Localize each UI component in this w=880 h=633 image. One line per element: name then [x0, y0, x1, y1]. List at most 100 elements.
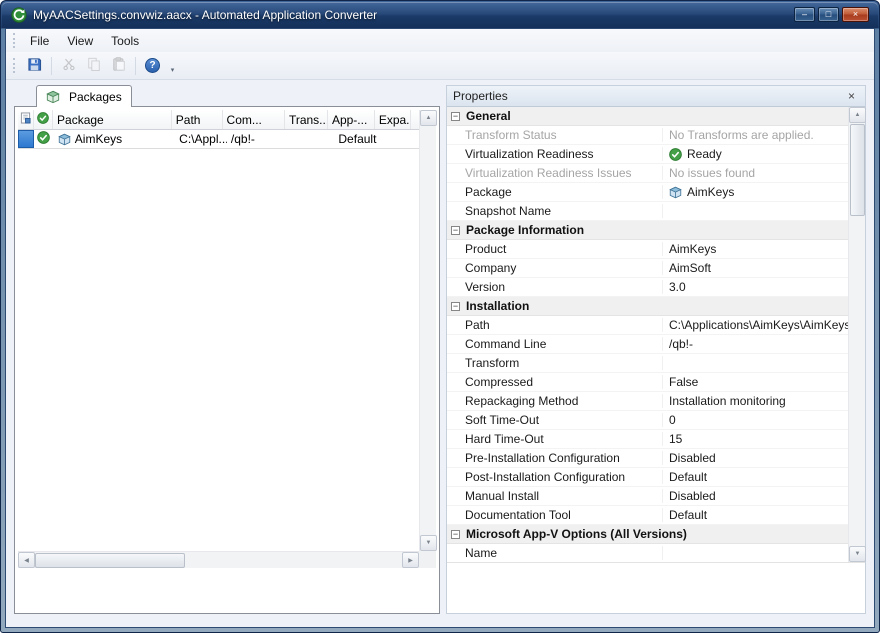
- scroll-down-button[interactable]: ▼: [849, 546, 866, 562]
- scroll-down-button[interactable]: ▼: [420, 535, 437, 551]
- property-row[interactable]: Version3.0: [447, 278, 848, 297]
- row-selection-cell[interactable]: [18, 130, 34, 148]
- scroll-up-button[interactable]: ▲: [420, 110, 437, 126]
- property-name: Hard Time-Out: [465, 432, 663, 446]
- menu-tools[interactable]: Tools: [102, 31, 148, 51]
- menu-grip[interactable]: [13, 33, 15, 48]
- scroll-up-button[interactable]: ▲: [849, 107, 866, 123]
- save-button[interactable]: [23, 55, 46, 77]
- list-horizontal-scrollbar[interactable]: ◀ ▶: [18, 551, 419, 568]
- property-value-text: Installation monitoring: [669, 394, 786, 408]
- collapse-icon[interactable]: −: [451, 112, 460, 121]
- property-row[interactable]: CompanyAimSoft: [447, 259, 848, 278]
- property-value: 3.0: [663, 280, 848, 294]
- column-header-transform[interactable]: Trans...: [285, 110, 328, 129]
- scrollbar-corner: [419, 551, 436, 568]
- title-bar[interactable]: MyAACSettings.convwiz.aacx - Automated A…: [2, 2, 878, 28]
- property-group-row[interactable]: −Microsoft App-V Options (All Versions): [447, 525, 848, 544]
- copy-button[interactable]: [82, 55, 105, 77]
- maximize-button[interactable]: □: [818, 7, 839, 22]
- package-icon: [46, 90, 60, 104]
- chevron-down-icon: ▾: [171, 66, 175, 74]
- property-group-row[interactable]: −Package Information: [447, 221, 848, 240]
- properties-close-button[interactable]: ×: [844, 89, 859, 103]
- property-row[interactable]: Virtualization Readiness IssuesNo issues…: [447, 164, 848, 183]
- property-value-text: Disabled: [669, 451, 716, 465]
- selection-indicator: [18, 130, 34, 148]
- status-icon: [37, 112, 49, 127]
- property-name: Compressed: [465, 375, 663, 389]
- property-value-text: Default: [669, 470, 707, 484]
- scrollbar-thumb[interactable]: [35, 553, 185, 568]
- property-group-label: Microsoft App-V Options (All Versions): [466, 527, 687, 541]
- cut-button[interactable]: [57, 55, 80, 77]
- scroll-right-icon: ▶: [408, 557, 413, 564]
- property-row[interactable]: Transform: [447, 354, 848, 373]
- property-row[interactable]: Hard Time-Out 15: [447, 430, 848, 449]
- property-value: AimKeys: [663, 185, 848, 199]
- property-value-text: C:\Applications\AimKeys\AimKeys.msi: [669, 318, 848, 332]
- collapse-icon[interactable]: −: [451, 530, 460, 539]
- scrollbar-thumb[interactable]: [850, 124, 865, 216]
- collapse-icon[interactable]: −: [451, 302, 460, 311]
- scrollbar-track[interactable]: [35, 552, 402, 568]
- properties-header: Properties ×: [447, 86, 865, 107]
- column-header-expand[interactable]: Expa...: [375, 110, 411, 129]
- property-value: No Transforms are applied.: [663, 128, 848, 142]
- property-row[interactable]: PackageAimKeys: [447, 183, 848, 202]
- column-header-state[interactable]: [18, 110, 34, 129]
- property-row[interactable]: Manual InstallDisabled: [447, 487, 848, 506]
- property-row[interactable]: Pre-Installation ConfigurationDisabled: [447, 449, 848, 468]
- property-group-row[interactable]: −Installation: [447, 297, 848, 316]
- help-button[interactable]: ?: [141, 55, 164, 77]
- column-header-status[interactable]: [34, 110, 53, 129]
- package-row[interactable]: AimKeys C:\Appl... /qb!- Default: [18, 130, 419, 149]
- property-row[interactable]: Repackaging MethodInstallation monitorin…: [447, 392, 848, 411]
- tab-label: Packages: [69, 90, 122, 104]
- property-row[interactable]: Post-Installation Configuration Default: [447, 468, 848, 487]
- property-name: Name: [465, 546, 663, 560]
- column-header-path[interactable]: Path: [172, 110, 223, 129]
- client-area: File View Tools: [5, 28, 875, 628]
- property-row[interactable]: ProductAimKeys: [447, 240, 848, 259]
- property-row[interactable]: Virtualization ReadinessReady: [447, 145, 848, 164]
- list-vertical-scrollbar[interactable]: ▲ ▼: [419, 110, 436, 551]
- properties-scrollbar[interactable]: ▲ ▼: [848, 107, 865, 562]
- property-group-row[interactable]: −General: [447, 107, 848, 126]
- menu-view[interactable]: View: [58, 31, 102, 51]
- toolbar-overflow-button[interactable]: ▾: [166, 55, 179, 77]
- scroll-right-button[interactable]: ▶: [402, 552, 419, 568]
- property-value: AimSoft: [663, 261, 848, 275]
- cut-icon: [62, 57, 76, 74]
- collapse-icon[interactable]: −: [451, 226, 460, 235]
- property-name: Documentation Tool: [465, 508, 663, 522]
- minimize-button[interactable]: –: [794, 7, 815, 22]
- property-value-text: /qb!-: [669, 337, 693, 351]
- menu-file[interactable]: File: [21, 31, 58, 51]
- property-value-text: AimKeys: [669, 242, 716, 256]
- property-value-text: 15: [669, 432, 682, 446]
- column-header-appv[interactable]: App-...: [328, 110, 375, 129]
- property-value: 15: [663, 432, 848, 446]
- column-header-package[interactable]: Package: [53, 110, 172, 129]
- property-row[interactable]: Name: [447, 544, 848, 562]
- property-row[interactable]: Transform StatusNo Transforms are applie…: [447, 126, 848, 145]
- property-value-text: 3.0: [669, 280, 686, 294]
- property-value-text: Default: [669, 508, 707, 522]
- property-row[interactable]: PathC:\Applications\AimKeys\AimKeys.msi: [447, 316, 848, 335]
- property-row[interactable]: Command Line/qb!-: [447, 335, 848, 354]
- close-button[interactable]: ×: [842, 7, 869, 22]
- tab-packages[interactable]: Packages: [36, 85, 132, 107]
- property-row[interactable]: CompressedFalse: [447, 373, 848, 392]
- column-header-command[interactable]: Com...: [223, 110, 285, 129]
- paste-button[interactable]: [107, 55, 130, 77]
- help-icon: ?: [145, 58, 160, 73]
- scroll-left-button[interactable]: ◀: [18, 552, 35, 568]
- property-row[interactable]: Snapshot Name: [447, 202, 848, 221]
- property-name: Post-Installation Configuration: [465, 470, 663, 484]
- property-row[interactable]: Soft Time-Out0: [447, 411, 848, 430]
- toolbar-grip[interactable]: [13, 58, 15, 73]
- row-expand-cell: [382, 130, 419, 148]
- property-name: Command Line: [465, 337, 663, 351]
- property-row[interactable]: Documentation Tool Default: [447, 506, 848, 525]
